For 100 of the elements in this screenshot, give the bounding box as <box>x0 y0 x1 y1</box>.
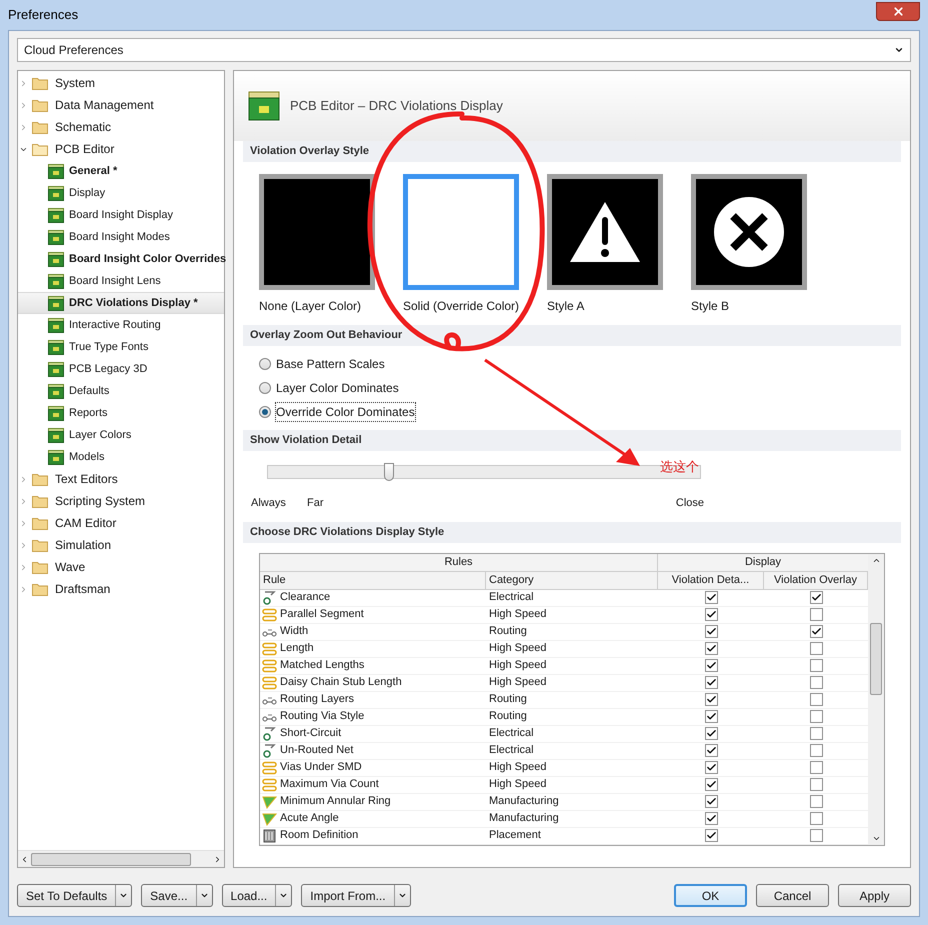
dialog-button[interactable]: Apply <box>838 884 911 907</box>
checkbox[interactable] <box>704 693 718 706</box>
overlay-style-swatch[interactable] <box>547 174 663 290</box>
tree-item[interactable]: Simulation <box>54 536 112 554</box>
slider-label: Far <box>307 496 324 511</box>
scroll-left-icon[interactable] <box>20 854 29 864</box>
checkbox[interactable] <box>704 761 718 774</box>
tree-item[interactable]: General * <box>18 160 224 182</box>
vertical-scrollbar[interactable] <box>868 554 884 844</box>
dialog-button[interactable]: Cancel <box>756 884 829 907</box>
tree-item[interactable]: DRC Violations Display * <box>18 292 224 314</box>
profile-dropdown[interactable]: Cloud Preferences <box>17 38 911 62</box>
close-button[interactable] <box>876 2 920 20</box>
scrollbar-thumb[interactable] <box>31 852 191 866</box>
column-header[interactable]: Category <box>486 572 658 588</box>
tree-item[interactable]: Display <box>18 182 224 204</box>
checkbox[interactable] <box>810 727 822 740</box>
checkbox[interactable] <box>704 625 718 638</box>
split-button[interactable]: Import From... <box>301 884 411 907</box>
checkbox[interactable] <box>704 744 718 757</box>
close-circle-icon <box>713 196 785 268</box>
tree-item[interactable]: Interactive Routing <box>18 314 224 336</box>
checkbox[interactable] <box>810 812 822 825</box>
checkbox[interactable] <box>810 744 822 757</box>
tree-item[interactable]: Text Editors <box>54 470 119 488</box>
checkbox[interactable] <box>704 727 718 740</box>
column-header[interactable]: Violation Deta... <box>658 572 764 588</box>
circuit-board-icon <box>48 384 64 398</box>
checkbox[interactable] <box>810 591 822 604</box>
check-icon <box>706 694 716 705</box>
check-icon <box>706 779 716 790</box>
radio-button[interactable] <box>259 382 271 394</box>
table-cell-text: Routing <box>489 692 527 708</box>
checkbox[interactable] <box>810 710 822 723</box>
tree-item[interactable]: CAM Editor <box>54 514 118 532</box>
checkbox[interactable] <box>704 778 718 791</box>
split-button[interactable]: Set To Defaults <box>17 884 132 907</box>
checkbox[interactable] <box>810 625 822 638</box>
checkbox[interactable] <box>704 659 718 672</box>
tree-item[interactable]: Schematic <box>54 118 112 136</box>
tree-item[interactable]: Board Insight Color Overrides <box>18 248 224 270</box>
overlay-style-swatch[interactable] <box>259 174 375 290</box>
tree-item[interactable]: Scripting System <box>54 492 146 510</box>
tree-item[interactable]: Layer Colors <box>18 424 224 446</box>
checkbox[interactable] <box>810 795 822 808</box>
folder-icon <box>32 98 48 112</box>
checkbox[interactable] <box>810 608 822 621</box>
tree-item[interactable]: PCB Editor <box>54 140 116 158</box>
tree-item[interactable]: Wave <box>54 558 86 576</box>
clearance-rule-icon <box>262 726 277 740</box>
checkbox[interactable] <box>704 812 718 825</box>
scrollbar-thumb[interactable] <box>870 623 882 695</box>
tree-item[interactable]: Draftsman <box>54 580 112 598</box>
checkbox[interactable] <box>704 676 718 689</box>
checkbox[interactable] <box>704 642 718 655</box>
dialog-button[interactable]: OK <box>674 884 747 907</box>
table-cell-text: Manufacturing <box>489 794 559 810</box>
checkbox[interactable] <box>704 710 718 723</box>
checkbox[interactable] <box>704 829 718 842</box>
split-button[interactable]: Save... <box>141 884 213 907</box>
scroll-right-icon[interactable] <box>213 854 222 864</box>
tree-item[interactable]: PCB Legacy 3D <box>18 358 224 380</box>
table-cell-text: Routing Via Style <box>280 709 364 724</box>
table-cell-text: Acute Angle <box>280 811 339 826</box>
checkbox[interactable] <box>810 642 822 655</box>
slider-thumb[interactable] <box>384 463 394 481</box>
trace-rule-icon <box>262 608 277 622</box>
section-heading: Violation Overlay Style <box>243 141 901 162</box>
slider-label: Always <box>251 496 287 511</box>
table-cell-text: Un-Routed Net <box>280 743 354 758</box>
horizontal-scrollbar[interactable] <box>18 850 224 867</box>
checkbox[interactable] <box>810 659 822 672</box>
tree-item[interactable]: Reports <box>18 402 224 424</box>
tree-item[interactable]: Board Insight Modes <box>18 226 224 248</box>
checkbox[interactable] <box>810 829 822 842</box>
folder-icon <box>32 516 48 530</box>
annotation-text: 选这个 <box>660 458 699 476</box>
checkbox[interactable] <box>704 608 718 621</box>
checkbox[interactable] <box>810 693 822 706</box>
checkbox[interactable] <box>810 676 822 689</box>
trace-rule-icon <box>262 676 277 690</box>
tree-item[interactable]: Models <box>18 446 224 468</box>
tree-item[interactable]: System <box>54 74 96 92</box>
tree-item[interactable]: True Type Fonts <box>18 336 224 358</box>
checkbox[interactable] <box>810 778 822 791</box>
split-button[interactable]: Load... <box>222 884 292 907</box>
tree-item[interactable]: Board Insight Display <box>18 204 224 226</box>
overlay-style-swatch[interactable] <box>403 174 519 290</box>
tree-item[interactable]: Defaults <box>18 380 224 402</box>
checkbox[interactable] <box>704 591 718 604</box>
tree-item[interactable]: Board Insight Lens <box>18 270 224 292</box>
radio-label: Base Pattern Scales <box>276 356 385 373</box>
radio-button[interactable] <box>259 406 271 418</box>
overlay-style-swatch[interactable] <box>691 174 807 290</box>
folder-icon <box>32 472 48 486</box>
radio-button[interactable] <box>259 358 271 370</box>
checkbox[interactable] <box>704 795 718 808</box>
checkbox[interactable] <box>810 761 822 774</box>
tree-item[interactable]: Data Management <box>54 96 155 114</box>
column-header[interactable]: Rule <box>260 572 486 588</box>
